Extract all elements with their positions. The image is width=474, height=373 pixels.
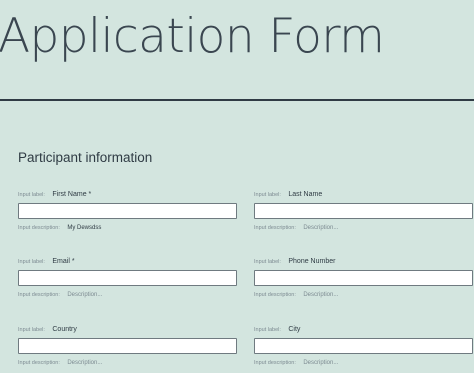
input-description-meta: Input description:: [18, 292, 60, 298]
field-email: Input label: Email * Input description: …: [18, 256, 237, 301]
field-label-row: Input label: Email *: [18, 256, 237, 268]
last-name-input[interactable]: [254, 203, 473, 219]
field-label-row: Input label: Last Name: [254, 189, 473, 201]
section-title: Participant information: [18, 150, 153, 165]
input-description-meta: Input description:: [18, 360, 60, 366]
input-description-meta: Input description:: [254, 360, 296, 366]
field-description-placeholder: Description...: [303, 225, 339, 231]
field-last-name: Input label: Last Name Input description…: [254, 189, 473, 234]
field-label-row: Input label: City: [254, 324, 473, 336]
field-phone-number: Input label: Phone Number Input descript…: [254, 256, 473, 301]
input-label-meta: Input label:: [254, 327, 281, 333]
field-label: Country: [52, 326, 77, 333]
field-description-row: Input description: Description...: [254, 289, 473, 301]
field-label: Last Name: [288, 191, 323, 198]
field-label: Email *: [52, 258, 75, 265]
input-description-meta: Input description:: [254, 225, 296, 231]
field-description-row: Input description: Description...: [254, 222, 473, 234]
title-divider: [0, 99, 474, 101]
country-input[interactable]: [18, 338, 237, 354]
field-label: First Name *: [52, 191, 92, 198]
field-description-row: Input description: Description...: [18, 357, 237, 369]
field-description-row: Input description: My Dewsdss: [18, 222, 237, 234]
field-description-row: Input description: Description...: [18, 289, 237, 301]
first-name-input[interactable]: [18, 203, 237, 219]
field-description-placeholder: Description...: [303, 360, 339, 366]
field-first-name: Input label: First Name * Input descript…: [18, 189, 237, 234]
field-description-placeholder: Description...: [67, 360, 103, 366]
input-description-meta: Input description:: [18, 225, 60, 231]
email-input[interactable]: [18, 270, 237, 286]
field-label: Phone Number: [288, 258, 336, 265]
field-description-placeholder: Description...: [303, 292, 339, 298]
phone-number-input[interactable]: [254, 270, 473, 286]
field-description-placeholder: Description...: [67, 292, 103, 298]
page-title: Application Form: [0, 9, 385, 64]
field-country: Input label: Country Input description: …: [18, 324, 237, 369]
field-city: Input label: City Input description: Des…: [254, 324, 473, 369]
input-label-meta: Input label:: [18, 327, 45, 333]
input-label-meta: Input label:: [18, 192, 45, 198]
field-description: My Dewsdss: [67, 225, 102, 231]
input-label-meta: Input label:: [18, 259, 45, 265]
input-description-meta: Input description:: [254, 292, 296, 298]
city-input[interactable]: [254, 338, 473, 354]
field-label-row: Input label: First Name *: [18, 189, 237, 201]
field-label: City: [288, 326, 301, 333]
input-label-meta: Input label:: [254, 192, 281, 198]
input-label-meta: Input label:: [254, 259, 281, 265]
field-description-row: Input description: Description...: [254, 357, 473, 369]
field-label-row: Input label: Phone Number: [254, 256, 473, 268]
field-label-row: Input label: Country: [18, 324, 237, 336]
